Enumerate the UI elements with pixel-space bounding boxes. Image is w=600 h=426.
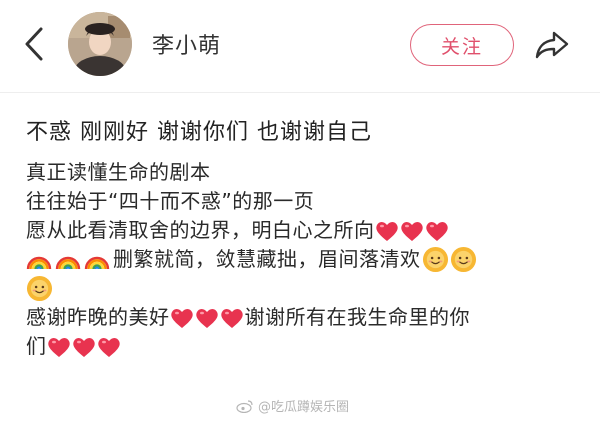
post-line-text: 感谢昨晚的美好: [26, 305, 170, 329]
sun-smile-emoji-icon: [26, 275, 53, 302]
post-title: 不惑 刚刚好 谢谢你们 也谢谢自己: [26, 120, 372, 145]
post-line-text: 删繁就简，敛慧藏拙，眉间落清欢: [113, 247, 421, 271]
post-line: 删繁就简，敛慧藏拙，眉间落清欢: [26, 245, 586, 274]
heart-emoji-icon: [220, 308, 243, 328]
share-button[interactable]: [530, 24, 574, 66]
profile-header: 李小萌 关注: [0, 0, 600, 90]
chevron-left-icon: [25, 27, 43, 61]
follow-button[interactable]: 关注: [410, 24, 514, 66]
watermark-text: @吃瓜蹲娱乐圈: [258, 400, 350, 415]
header-divider: [0, 92, 600, 93]
post-line-text: 谢谢所有在我生命里的你: [244, 305, 470, 329]
heart-emoji-icon: [72, 337, 95, 357]
weibo-logo-icon: [236, 399, 253, 413]
heart-emoji-icon: [425, 221, 448, 241]
heart-emoji-icon: [375, 221, 398, 241]
avatar[interactable]: [68, 12, 132, 76]
post-line-text: 真正读懂生命的剧本: [26, 160, 211, 184]
heart-emoji-icon: [170, 308, 193, 328]
sun-smile-emoji-icon: [422, 246, 448, 273]
post-line: 们: [26, 332, 586, 361]
post-body: 真正读懂生命的剧本 往往始于“四十而不惑”的那一页 愿从此看清取舍的边界，明白心…: [26, 158, 586, 361]
heart-emoji-icon: [47, 337, 70, 357]
rainbow-emoji-icon: [55, 256, 81, 269]
heart-emoji-icon: [400, 221, 423, 241]
rainbow-emoji-icon: [26, 256, 52, 269]
post-line-text: 往往始于“四十而不惑”的那一页: [26, 189, 315, 213]
back-button[interactable]: [14, 22, 54, 66]
heart-emoji-icon: [97, 337, 120, 357]
post-line: 往往始于“四十而不惑”的那一页: [26, 187, 586, 216]
share-icon: [535, 31, 569, 59]
post-line: 愿从此看清取舍的边界，明白心之所向: [26, 216, 586, 245]
avatar-image: [68, 12, 132, 76]
weibo-watermark: @吃瓜蹲娱乐圈: [236, 396, 349, 415]
heart-emoji-icon: [195, 308, 218, 328]
sun-smile-emoji-icon: [450, 246, 476, 273]
post-line-text: 们: [26, 334, 47, 358]
username[interactable]: 李小萌: [152, 28, 221, 60]
post-line: 感谢昨晚的美好 谢谢所有在我生命里的你: [26, 303, 586, 332]
post-line: [26, 274, 586, 303]
post-line-text: 愿从此看清取舍的边界，明白心之所向: [26, 218, 375, 242]
rainbow-emoji-icon: [84, 256, 110, 269]
post-line: 真正读懂生命的剧本: [26, 158, 586, 187]
